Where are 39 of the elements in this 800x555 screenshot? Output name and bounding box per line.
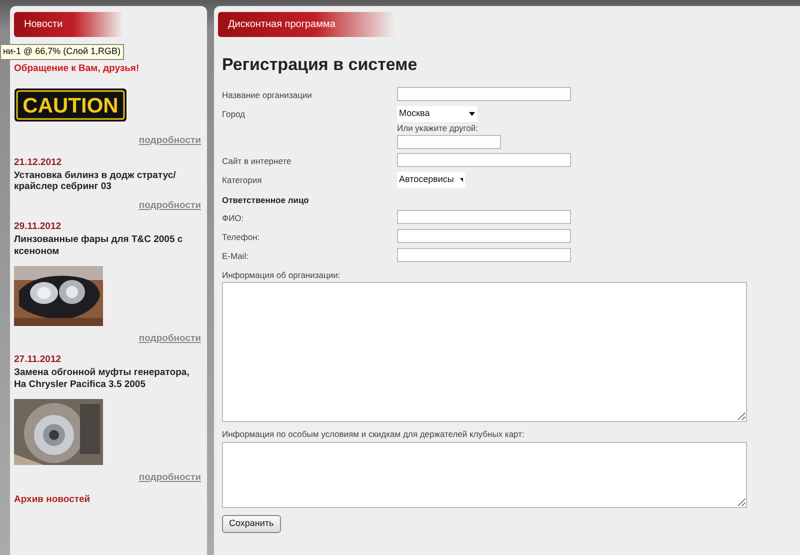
field-label: Информация об организации: [221,268,342,282]
input-field[interactable] [397,210,571,224]
field-label: Сайт в интернете [222,154,292,168]
panel-header: Новости [14,12,123,37]
news-date: 29.11.2012 [14,220,62,234]
text-area[interactable] [222,282,747,422]
field-label: Или укажите другой: [397,122,479,135]
save-button[interactable]: Сохранить [222,515,281,533]
category-select[interactable]: Автосервисы [397,172,465,188]
news-date: 27.11.2012 [14,353,62,368]
news-title[interactable]: Замена обгонной муфты генератора, На Chrysler Pacifica 3.5 2005 [14,367,201,390]
page-heading: Регистрация в системе [222,55,418,76]
news-title[interactable]: Установка билинз в додж стратус/ крайслер себринг 03 [14,170,201,193]
city-select[interactable]: Москва [397,106,477,122]
caution-sign: CAUTION [14,88,127,122]
field-label: Название организации [222,89,313,102]
caret-icon [469,112,475,116]
select-value: Москва [399,107,430,120]
field-label: Телефон: [222,231,261,244]
news-title[interactable]: Обращение к Вам, друзья! [14,63,201,74]
field-label: ФИО: [222,212,245,226]
input-field[interactable] [397,87,571,102]
field-label: E-Mail: [222,250,250,263]
news-title[interactable]: Линзованные фары для T&C 2005 с ксеноном [14,234,201,257]
field-label: Город [222,108,246,121]
input-field[interactable] [397,248,571,262]
field-label: Информация по особым условиям и скидкам для держателей клубных карт: [221,428,526,442]
field-label: Категория [222,174,263,186]
caret-icon [460,178,463,182]
select-value: Автосервисы [399,172,454,186]
text-area[interactable] [222,442,747,508]
news-date: 21.12.2012 [14,156,63,170]
input-field[interactable] [397,152,571,167]
panel-header: Дисконтная программа [218,12,396,37]
tooltip: ни-1 @ 66,7% (Слой 1,RGB) [0,44,124,60]
section-label: Ответственное лицо [222,194,310,206]
archive-link[interactable]: Архив новостей [14,494,90,506]
input-field[interactable] [397,134,501,149]
input-field[interactable] [397,229,571,244]
